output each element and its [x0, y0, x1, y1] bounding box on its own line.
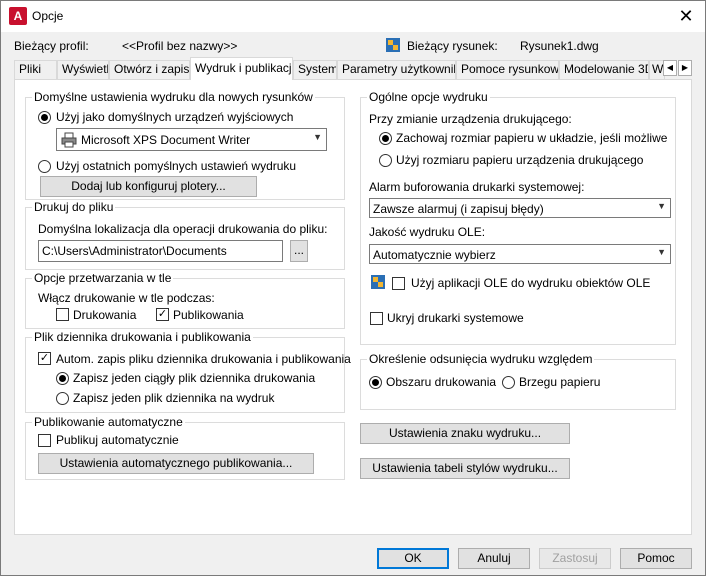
plot-to-file-location-label: Domyślna lokalizacja dla operacji drukow…: [38, 222, 328, 236]
background-plotting-checkbox[interactable]: [56, 308, 69, 321]
tab-system[interactable]: System: [293, 60, 337, 79]
use-ole-app-checkbox[interactable]: [392, 277, 405, 290]
use-ole-app-label: Użyj aplikacji OLE do wydruku obiektów O…: [411, 276, 651, 290]
per-plot-log-label: Zapisz jeden plik dziennika na wydruk: [73, 391, 275, 405]
ole-quality-select[interactable]: Automatycznie wybierz ▼: [369, 244, 671, 264]
close-icon[interactable]: ✕: [675, 5, 697, 27]
group-title: Drukuj do pliku: [32, 200, 116, 214]
cancel-button[interactable]: Anuluj: [458, 548, 530, 569]
use-default-device-radio[interactable]: [38, 111, 51, 124]
tab-drafting[interactable]: Pomoce rysunkowe: [456, 60, 559, 79]
ole-object-icon: [371, 275, 385, 289]
default-output-group: Domyślne ustawienia wydruku dla nowych r…: [25, 90, 345, 200]
printable-area-label: Obszaru drukowania: [386, 375, 497, 389]
keep-paper-size-radio[interactable]: [379, 132, 392, 145]
printable-area-radio[interactable]: [369, 376, 382, 389]
auto-save-log-checkbox[interactable]: ✓: [38, 352, 51, 365]
chevron-down-icon: ▼: [313, 132, 322, 142]
general-plot-options-group: Ogólne opcje wydruku Przy zmianie urządz…: [360, 90, 676, 345]
drawing-file-icon: [386, 38, 400, 52]
auto-publish-group: Publikowanie automatyczne Publikuj autom…: [25, 415, 345, 480]
browse-button[interactable]: ...: [290, 240, 308, 262]
per-plot-log-radio[interactable]: [56, 392, 69, 405]
chevron-down-icon: ▼: [657, 247, 666, 257]
current-profile-label: Bieżący profil:: [14, 39, 89, 53]
background-publishing-checkbox[interactable]: ✓: [156, 308, 169, 321]
background-plotting-label: Drukowania: [73, 308, 137, 322]
tab-scroll-right-icon[interactable]: ▶: [678, 60, 692, 76]
keep-paper-size-label: Zachowaj rozmiar papieru w układzie, jeś…: [396, 131, 668, 145]
spool-alert-label: Alarm buforowania drukarki systemowej:: [369, 180, 585, 194]
options-dialog: A Opcje ✕ Bieżący profil: <<Profil bez n…: [0, 0, 706, 576]
ole-quality-label: Jakość wydruku OLE:: [369, 225, 486, 239]
tab-display[interactable]: Wyświetl: [57, 60, 109, 79]
current-drawing-label: Bieżący rysunek:: [407, 39, 498, 53]
chevron-down-icon: ▼: [657, 201, 666, 211]
current-drawing-value: Rysunek1.dwg: [520, 39, 599, 53]
window-title: Opcje: [32, 9, 64, 23]
when-changing-device-label: Przy zmianie urządzenia drukującego:: [369, 112, 572, 126]
auto-publish-checkbox[interactable]: [38, 434, 51, 447]
plot-to-file-location-field[interactable]: [39, 241, 282, 261]
tab-files[interactable]: Pliki: [14, 60, 57, 79]
background-processing-group: Opcje przetwarzania w tle Włącz drukowan…: [25, 271, 345, 329]
use-device-paper-label: Użyj rozmiaru papieru urządzenia drukują…: [396, 153, 644, 167]
ok-button[interactable]: OK: [377, 548, 449, 569]
autocad-app-icon: A: [9, 7, 27, 25]
hide-system-printers-label: Ukryj drukarki systemowe: [387, 311, 524, 325]
plot-style-table-settings-button[interactable]: Ustawienia tabeli stylów wydruku...: [360, 458, 570, 479]
tab-panel: Domyślne ustawienia wydruku dla nowych r…: [14, 79, 692, 535]
spool-alert-select[interactable]: Zawsze alarmuj (i zapisuj błędy) ▼: [369, 198, 671, 218]
tab-open-save[interactable]: Otwórz i zapisz: [109, 60, 190, 79]
hide-system-printers-checkbox[interactable]: [370, 312, 383, 325]
group-title: Domyślne ustawienia wydruku dla nowych r…: [32, 90, 315, 104]
spool-alert-value: Zawsze alarmuj (i zapisuj błędy): [373, 202, 544, 216]
plot-stamp-settings-button[interactable]: Ustawienia znaku wydruku...: [360, 423, 570, 444]
current-profile-value: <<Profil bez nazwy>>: [122, 39, 238, 53]
plot-offset-group: Określenie odsunięcia wydruku względem O…: [360, 352, 676, 410]
auto-save-log-label: Autom. zapis pliku dziennika drukowania …: [56, 352, 351, 366]
add-configure-plotters-button[interactable]: Dodaj lub konfiguruj plotery...: [40, 176, 257, 197]
use-last-settings-radio[interactable]: [38, 160, 51, 173]
printer-icon: [61, 132, 77, 148]
tab-3d-modeling[interactable]: Modelowanie 3D: [559, 60, 649, 79]
continuous-log-label: Zapisz jeden ciągły plik dziennika druko…: [73, 371, 316, 385]
help-button[interactable]: Pomoc: [620, 548, 692, 569]
tab-scroll-left-icon[interactable]: ◀: [663, 60, 677, 76]
tab-user-preferences[interactable]: Parametry użytkownika: [337, 60, 456, 79]
auto-publish-label: Publikuj automatycznie: [56, 433, 179, 447]
use-last-settings-label: Użyj ostatnich pomyślnych ustawień wydru…: [56, 159, 297, 173]
output-device-select[interactable]: Microsoft XPS Document Writer ▼: [56, 128, 327, 151]
group-title: Określenie odsunięcia wydruku względem: [367, 352, 595, 366]
use-default-device-label: Użyj jako domyślnych urządzeń wyjściowyc…: [56, 110, 294, 124]
group-title: Publikowanie automatyczne: [32, 415, 185, 429]
plot-to-file-location-input[interactable]: [38, 240, 283, 262]
paper-edge-radio[interactable]: [502, 376, 515, 389]
enable-background-label: Włącz drukowanie w tle podczas:: [38, 291, 215, 305]
output-device-value: Microsoft XPS Document Writer: [81, 133, 251, 147]
ole-quality-value: Automatycznie wybierz: [373, 248, 496, 262]
group-title: Opcje przetwarzania w tle: [32, 271, 174, 285]
group-title: Plik dziennika drukowania i publikowania: [32, 330, 253, 344]
tab-plot-publish[interactable]: Wydruk i publikacja: [190, 57, 293, 80]
plot-log-group: Plik dziennika drukowania i publikowania…: [25, 330, 351, 413]
apply-button[interactable]: Zastosuj: [539, 548, 611, 569]
group-title: Ogólne opcje wydruku: [367, 90, 490, 104]
title-bar: A Opcje ✕: [1, 1, 705, 32]
auto-publish-settings-button[interactable]: Ustawienia automatycznego publikowania..…: [38, 453, 314, 474]
paper-edge-label: Brzegu papieru: [519, 375, 601, 389]
continuous-log-radio[interactable]: [56, 372, 69, 385]
use-device-paper-radio[interactable]: [379, 154, 392, 167]
plot-to-file-group: Drukuj do pliku Domyślna lokalizacja dla…: [25, 200, 345, 270]
background-publishing-label: Publikowania: [173, 308, 244, 322]
